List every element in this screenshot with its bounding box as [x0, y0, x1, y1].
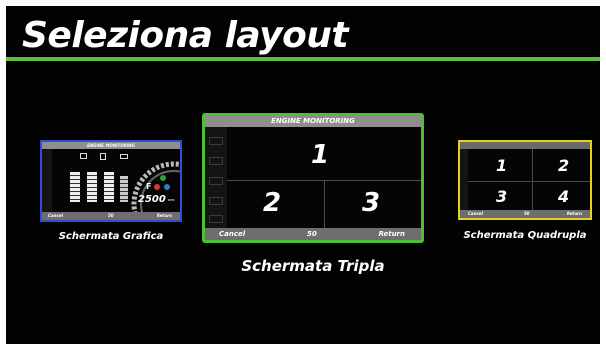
thumb-footer: Cancel 50 Return — [42, 212, 180, 220]
layout-caption-grafica: Schermata Grafica — [58, 231, 164, 242]
thumb-sidebar — [42, 149, 52, 212]
cell-number-4: 4 — [558, 187, 570, 206]
footer-cancel-label: Cancel — [48, 213, 63, 218]
thumb-footer: Cancel 50 Return — [205, 228, 421, 240]
gear-indicator: F — [146, 182, 152, 191]
layout-caption-tripla: Schermata Tripla — [241, 257, 385, 275]
cell-divider — [324, 181, 325, 228]
cell-number-3: 3 — [362, 188, 381, 218]
status-dot-red — [154, 184, 160, 190]
status-dot-green — [160, 175, 166, 181]
sidebar-icon — [209, 157, 223, 165]
cell-number-3: 3 — [496, 187, 508, 206]
cell-number-2: 2 — [263, 188, 282, 218]
layout-selection-screen: Seleziona layout ENGINE MONITORING F 250… — [6, 6, 600, 344]
sidebar-icon — [209, 197, 223, 205]
rpm-unit: RPM — [168, 198, 175, 202]
tripla-thumbnail: ENGINE MONITORING 1 2 3 Cancel 50 Return — [202, 113, 424, 243]
thumb-header: ENGINE MONITORING — [42, 142, 180, 149]
thumb-footer: Cancel 50 Return — [460, 210, 590, 218]
bar-gauge — [104, 172, 114, 202]
sidebar-icon — [209, 177, 223, 185]
cell-number-1: 1 — [496, 156, 508, 175]
layout-caption-quadrupla: Schermata Quadrupla — [463, 230, 587, 241]
layout-option-tripla[interactable]: ENGINE MONITORING 1 2 3 Cancel 50 Return… — [202, 113, 424, 279]
thumb-header: ENGINE MONITORING — [205, 116, 421, 127]
sidebar-icon — [209, 215, 223, 223]
layout-option-quadrupla[interactable]: 1 2 3 4 Cancel 50 Return Schermata Quadr… — [458, 140, 592, 250]
thumb-sidebar — [205, 127, 227, 228]
grafica-thumbnail: ENGINE MONITORING F 2500 RPM Cancel 50 R… — [40, 140, 182, 222]
footer-return-label: Return — [156, 213, 172, 218]
quadrupla-thumbnail: 1 2 3 4 Cancel 50 Return — [458, 140, 592, 220]
rpm-value: 2500 — [138, 194, 166, 205]
layout-option-grafica[interactable]: ENGINE MONITORING F 2500 RPM Cancel 50 R… — [40, 140, 182, 250]
footer-return-label: Return — [378, 230, 405, 238]
status-dot-blue — [164, 184, 170, 190]
footer-cancel-label: Cancel — [468, 211, 483, 216]
thumb-sidebar — [460, 149, 468, 210]
footer-value-label: 50 — [108, 213, 114, 218]
fuel-icon — [100, 153, 106, 160]
footer-cancel-label: Cancel — [219, 230, 246, 238]
footer-value-label: 50 — [524, 211, 530, 216]
cell-divider — [532, 149, 533, 210]
cell-divider — [468, 181, 590, 182]
cell-number-2: 2 — [558, 156, 570, 175]
title-divider — [6, 57, 600, 61]
bar-gauge — [87, 172, 97, 202]
bar-gauge — [70, 172, 80, 202]
thumb-header — [460, 142, 590, 149]
cell-number-1: 1 — [311, 140, 330, 170]
footer-value-label: 50 — [307, 230, 317, 238]
page-title: Seleziona layout — [22, 15, 349, 56]
sidebar-icon — [209, 137, 223, 145]
footer-return-label: Return — [566, 211, 582, 216]
engine-icon — [80, 153, 87, 159]
